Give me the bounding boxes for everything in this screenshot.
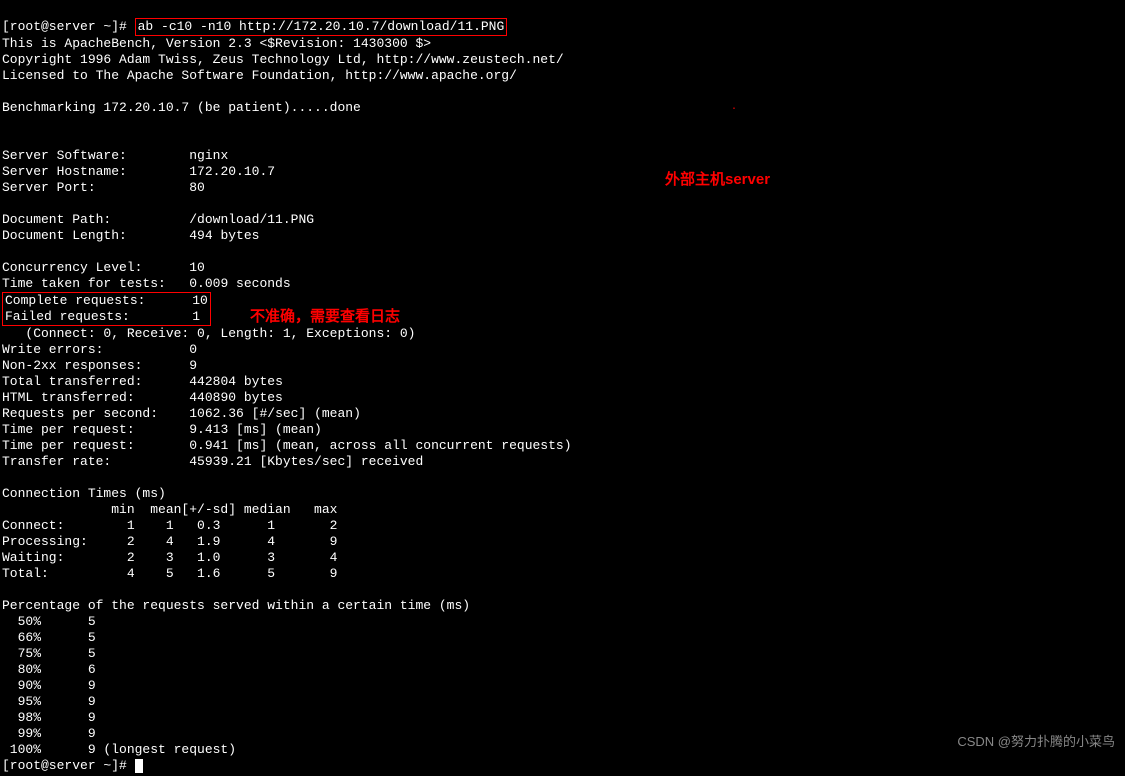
tpr1-value: 9.413 [ms] (mean) [189,422,322,437]
benchmarking-line: Benchmarking 172.20.10.7 (be patient)...… [2,100,361,115]
command-highlight-box: ab -c10 -n10 http://172.20.10.7/download… [135,18,508,36]
tpr1-label: Time per request: [2,422,135,437]
conn-times-waiting: Waiting: 2 3 1.0 3 4 [2,550,337,565]
requests-highlight-box: Complete requests: 10 Failed requests: 1 [2,292,211,326]
rps-value: 1062.36 [#/sec] (mean) [189,406,361,421]
percentile-100: 100% 9 (longest request) [2,742,236,757]
percentiles-title: Percentage of the requests served within… [2,598,470,613]
ab-header-1: This is ApacheBench, Version 2.3 <$Revis… [2,36,431,51]
command-text: ab -c10 -n10 http://172.20.10.7/download… [138,19,505,34]
html-transferred-label: HTML transferred: [2,390,135,405]
failed-requests-label: Failed requests: [5,309,130,324]
percentile-75: 75% 5 [2,646,96,661]
server-port-value: 80 [189,180,205,195]
server-hostname-label: Server Hostname: [2,164,127,179]
time-taken-label: Time taken for tests: [2,276,166,291]
concurrency-label: Concurrency Level: [2,260,142,275]
transfer-value: 45939.21 [Kbytes/sec] received [189,454,423,469]
conn-times-processing: Processing: 2 4 1.9 4 9 [2,534,337,549]
total-transferred-value: 442804 bytes [189,374,283,389]
failed-requests-value: 1 [192,309,200,324]
concurrency-value: 10 [189,260,205,275]
tpr2-label: Time per request: [2,438,135,453]
rps-label: Requests per second: [2,406,158,421]
doc-path-label: Document Path: [2,212,111,227]
percentile-99: 99% 9 [2,726,96,741]
ab-header-3: Licensed to The Apache Software Foundati… [2,68,517,83]
tpr2-value: 0.941 [ms] (mean, across all concurrent … [189,438,571,453]
server-software-label: Server Software: [2,148,127,163]
failed-detail: (Connect: 0, Receive: 0, Length: 1, Exce… [2,326,415,341]
write-errors-value: 0 [189,342,197,357]
percentile-80: 80% 6 [2,662,96,677]
percentile-90: 90% 9 [2,678,96,693]
watermark-text: CSDN @努力扑腾的小菜鸟 [957,734,1115,750]
percentile-50: 50% 5 [2,614,96,629]
percentile-95: 95% 9 [2,694,96,709]
percentile-98: 98% 9 [2,710,96,725]
conn-times-header: min mean[+/-sd] median max [2,502,337,517]
write-errors-label: Write errors: [2,342,103,357]
conn-times-connect: Connect: 1 1 0.3 1 2 [2,518,337,533]
shell-prompt-2[interactable]: [root@server ~]# [2,758,135,773]
ab-header-2: Copyright 1996 Adam Twiss, Zeus Technolo… [2,52,564,67]
cursor-icon[interactable] [135,759,143,773]
red-dot-icon: . [731,100,737,116]
doc-length-label: Document Length: [2,228,127,243]
percentile-66: 66% 5 [2,630,96,645]
doc-path-value: /download/11.PNG [189,212,314,227]
doc-length-value: 494 bytes [189,228,259,243]
server-hostname-value: 172.20.10.7 [189,164,275,179]
non2xx-label: Non-2xx responses: [2,358,142,373]
server-software-value: nginx [189,148,228,163]
annotation-external-host: 外部主机server [665,172,770,188]
time-taken-value: 0.009 seconds [189,276,290,291]
terminal-output: [root@server ~]# ab -c10 -n10 http://172… [0,0,1125,776]
html-transferred-value: 440890 bytes [189,390,283,405]
conn-times-total: Total: 4 5 1.6 5 9 [2,566,337,581]
complete-requests-value: 10 [192,293,208,308]
server-port-label: Server Port: [2,180,96,195]
total-transferred-label: Total transferred: [2,374,142,389]
complete-requests-label: Complete requests: [5,293,145,308]
non2xx-value: 9 [189,358,197,373]
transfer-label: Transfer rate: [2,454,111,469]
shell-prompt: [root@server ~]# [2,19,135,34]
conn-times-title: Connection Times (ms) [2,486,166,501]
annotation-inaccurate: 不准确，需要查看日志 [250,309,400,325]
